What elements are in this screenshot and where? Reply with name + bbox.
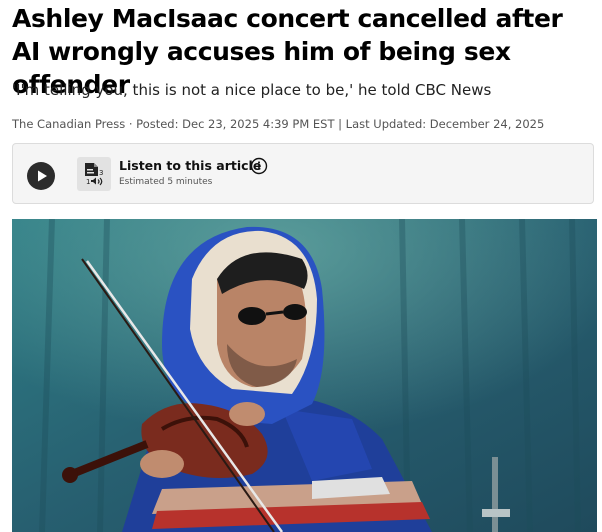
article-dek: 'I'm telling you, this is not a nice pla… xyxy=(12,81,492,99)
article-byline: The Canadian Press · Posted: Dec 23, 202… xyxy=(12,117,545,131)
listen-title: Listen to this article xyxy=(119,158,262,173)
listen-to-article-player: 3 1 Listen to this article Estimated 5 m… xyxy=(12,143,594,204)
info-icon[interactable] xyxy=(250,157,268,175)
svg-text:1: 1 xyxy=(86,178,90,186)
listen-duration: Estimated 5 minutes xyxy=(119,177,213,187)
play-icon xyxy=(38,170,47,182)
photo-of-fiddler xyxy=(12,219,597,532)
article-photo xyxy=(12,219,597,532)
document-audio-icon: 3 1 xyxy=(77,157,111,191)
play-button[interactable] xyxy=(27,162,55,190)
svg-text:3: 3 xyxy=(99,169,103,177)
